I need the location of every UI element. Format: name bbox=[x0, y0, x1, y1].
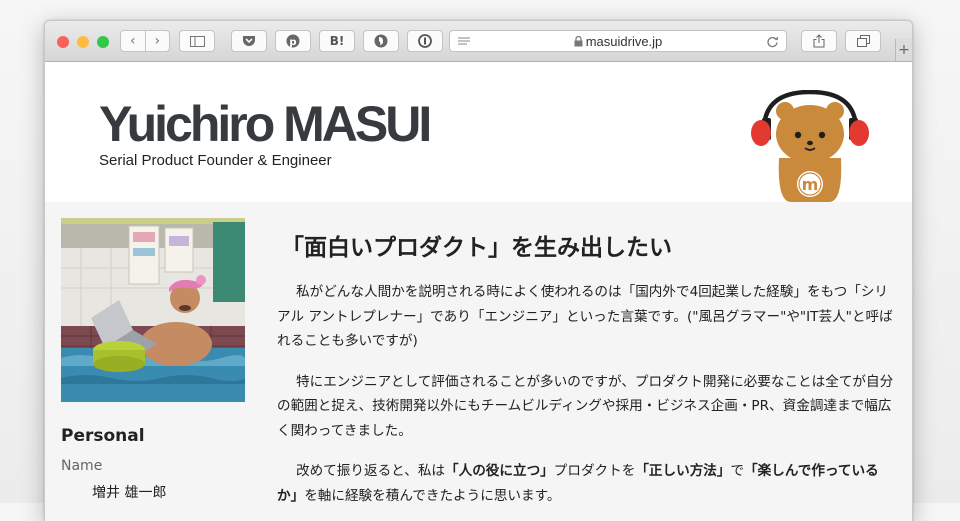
personal-section-title: Personal bbox=[61, 426, 145, 446]
evernote-icon bbox=[374, 34, 388, 48]
back-icon[interactable]: ‹ bbox=[121, 31, 146, 51]
hatena-bookmark-icon: B! bbox=[329, 34, 345, 48]
p3-text-c: プロダクトを bbox=[553, 463, 636, 479]
browser-toolbar: ‹ › p B! masuidrive.jp + bbox=[45, 21, 912, 62]
main-content: Personal Name 増井 雄一郎 「面白いプロダクト」を生み出したい 私… bbox=[45, 202, 912, 521]
pocket-button[interactable] bbox=[231, 30, 267, 52]
onepassword-icon bbox=[418, 34, 432, 48]
tabs-icon bbox=[856, 35, 870, 47]
reload-icon[interactable] bbox=[766, 35, 779, 48]
site-subtitle: Serial Product Founder & Engineer bbox=[99, 152, 332, 169]
sidebar-icon bbox=[189, 35, 205, 47]
minimize-window-button[interactable] bbox=[77, 36, 89, 48]
evernote-button[interactable] bbox=[363, 30, 399, 52]
onepassword-button[interactable] bbox=[407, 30, 443, 52]
about-article: 「面白いプロダクト」を生み出したい 私がどんな人間かを説明される時によく使われる… bbox=[277, 218, 897, 521]
name-label: Name bbox=[61, 458, 103, 474]
tabs-overview-button[interactable] bbox=[845, 30, 881, 52]
zoom-window-button[interactable] bbox=[97, 36, 109, 48]
url-display[interactable]: masuidrive.jp bbox=[450, 34, 786, 49]
pinterest-button[interactable]: p bbox=[275, 30, 311, 52]
article-paragraph-2: 特にエンジニアとして評価されることが多いのですが、プロダクト開発に必要なことは全… bbox=[277, 373, 894, 439]
p3-text-e: で bbox=[730, 463, 745, 479]
p3-text-a: 改めて振り返ると、私は bbox=[296, 463, 446, 479]
article-heading: 「面白いプロダクト」を生み出したい bbox=[281, 235, 672, 261]
svg-text:p: p bbox=[289, 37, 296, 48]
name-value: 増井 雄一郎 bbox=[92, 485, 167, 501]
share-icon bbox=[813, 34, 825, 48]
mascot-badge-letter: m bbox=[802, 175, 819, 194]
share-button[interactable] bbox=[801, 30, 837, 52]
forward-icon[interactable]: › bbox=[146, 31, 170, 51]
address-bar[interactable]: masuidrive.jp bbox=[449, 30, 787, 52]
navigation-buttons: ‹ › bbox=[120, 30, 170, 52]
p3-emphasis-right-way: 「正しい方法」 bbox=[635, 463, 731, 479]
p3-emphasis-useful: 「人の役に立つ」 bbox=[445, 463, 554, 479]
close-window-button[interactable] bbox=[57, 36, 69, 48]
pinterest-icon: p bbox=[286, 34, 300, 48]
p3-text-g: を軸に経験を積んできたように思います。 bbox=[304, 487, 561, 504]
lock-icon bbox=[574, 35, 583, 47]
new-tab-icon[interactable]: + bbox=[895, 39, 912, 61]
article-paragraph-1: 私がどんな人間かを説明される時によく使われるのは「国内外で4回起業した経験」をも… bbox=[277, 284, 893, 349]
site-title[interactable]: Yuichiro MASUI bbox=[99, 94, 432, 154]
url-text: masuidrive.jp bbox=[585, 34, 663, 49]
profile-photo bbox=[61, 218, 245, 402]
sidebar-button[interactable] bbox=[179, 30, 215, 52]
browser-window: ‹ › p B! masuidrive.jp + Yuichiro MASUI … bbox=[44, 20, 913, 521]
pocket-icon bbox=[243, 36, 255, 46]
site-header: Yuichiro MASUI Serial Product Founder & … bbox=[45, 62, 912, 202]
bear-mascot-logo: m bbox=[751, 90, 869, 202]
hatena-bookmark-button[interactable]: B! bbox=[319, 30, 355, 52]
article-paragraph-3: 改めて振り返ると、私は「人の役に立つ」プロダクトを「正しい方法」で「楽しんで作っ… bbox=[277, 459, 897, 508]
